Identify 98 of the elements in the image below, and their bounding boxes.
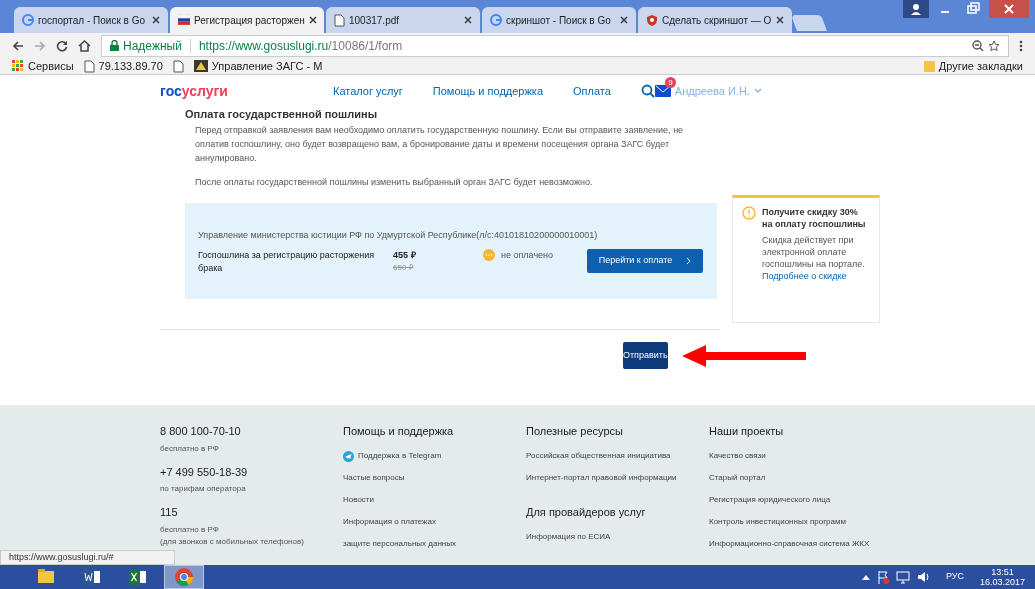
phone-note: бесплатно в РФ	[160, 442, 220, 455]
close-icon[interactable]	[464, 16, 472, 24]
phone-number: 115	[160, 505, 179, 520]
zoom-icon[interactable]	[972, 39, 984, 52]
speaker-icon[interactable]	[915, 570, 930, 584]
apps-grid-icon	[12, 60, 24, 72]
address-bar[interactable]: Надежный https://www.gosuslugi.ru/10086/1/form	[101, 34, 1009, 57]
secure-label: Надежный	[123, 37, 182, 55]
browser-icon	[172, 566, 196, 588]
caret-icon	[753, 88, 762, 94]
tray-expand-icon[interactable]	[861, 574, 870, 580]
footer-link[interactable]: Частые вопросы	[343, 472, 526, 484]
footer-link[interactable]: Информационно-справочная система ЖКХ	[709, 538, 892, 550]
search-icon[interactable]	[640, 84, 655, 98]
tab-title: госпортал - Поиск в Go	[38, 13, 146, 28]
flag-tray-icon[interactable]	[875, 570, 890, 584]
reload-icon[interactable]	[56, 39, 68, 52]
document-icon[interactable]	[172, 59, 184, 73]
phone-number: 8 800 100-70-10	[160, 424, 242, 439]
shield-icon	[646, 14, 658, 26]
recipient-text: Управление министерства юстиции РФ по Удмуртской Республике(л/с:40101810200000010001)	[198, 229, 599, 242]
language-indicator[interactable]: РУС	[945, 570, 964, 584]
phone-number: +7 499 550-18-39	[160, 464, 249, 480]
status-url: https://www.gosuslugi.ru/#	[0, 550, 175, 565]
bookmark[interactable]: Сервисы	[12, 57, 74, 75]
paragraph: После оплаты государственной пошлины изменить выбранный орган ЗАГС будет невозможно.	[194, 176, 594, 189]
paper-plane-icon	[343, 450, 354, 462]
tab-title: Сделать скриншот — О	[662, 13, 772, 28]
nav-link[interactable]: Оплата	[573, 82, 611, 100]
lock-icon	[110, 40, 119, 51]
flag-icon	[178, 14, 190, 26]
phone-note: по тарифам оператора	[160, 483, 247, 495]
footer-heading: Для провайдеров услуг	[526, 504, 647, 520]
close-icon[interactable]	[776, 16, 784, 24]
menu-icon[interactable]	[1019, 39, 1023, 52]
discount-text: Скидка действует при электронной оплате госпошлины на портале. Подробнее о скидке	[762, 234, 866, 282]
payment-status: не оплачено	[501, 248, 554, 262]
footer-heading: Наши проекты	[709, 424, 785, 439]
bookmark[interactable]: Управление ЗАГС - М	[193, 57, 323, 75]
submit-button[interactable]: Отправить	[623, 342, 668, 369]
discount-link[interactable]: Подробнее о скидке	[762, 271, 847, 281]
g-letter-icon	[490, 14, 502, 26]
close-icon[interactable]	[152, 16, 160, 24]
footer-link[interactable]: Поддержка в Telegram	[343, 450, 526, 462]
notification-badge: 9	[664, 77, 676, 88]
footer-link[interactable]: Новости	[343, 494, 526, 506]
star-icon[interactable]	[988, 39, 1000, 52]
phone-note: (для звонков с мобильных телефонов)	[160, 535, 305, 548]
old-price: 650 ₽	[393, 261, 415, 274]
g-letter-icon	[22, 14, 34, 26]
nav-link[interactable]: Каталог услуг	[332, 82, 403, 100]
browser-tab[interactable]: Сделать скриншот — О	[638, 7, 792, 33]
browser-tab[interactable]: госпортал - Поиск в Go	[14, 7, 168, 33]
logo[interactable]: госуслуги	[160, 80, 228, 102]
bookmark[interactable]: 79.133.89.70	[83, 57, 163, 75]
fee-name: Госпошлина за регистрацию расторжения брака	[198, 248, 376, 275]
footer-link[interactable]: Российская общественная инициатива	[526, 450, 709, 462]
close-icon[interactable]	[620, 16, 628, 24]
clock[interactable]: 13:51 16.03.2017	[979, 567, 1025, 587]
monitor-icon[interactable]	[895, 570, 910, 584]
tab-title: скриншот - Поиск в Go	[506, 13, 612, 28]
section-heading: Оплата государственной пошлины	[184, 107, 379, 121]
discount-title: Получите скидку 30% на оплату госпошлины	[762, 206, 867, 230]
folder-icon	[923, 60, 935, 72]
footer-link[interactable]: защите персональных данных	[343, 538, 526, 550]
nav-link[interactable]: Помощь и поддержка	[432, 82, 543, 100]
footer-heading: Полезные ресурсы	[526, 424, 624, 439]
footer-heading: Помощь и поддержка	[343, 424, 455, 439]
browser-tab[interactable]: 100317.pdf	[326, 7, 480, 33]
phone-note: бесплатно в РФ	[160, 523, 220, 536]
envelope-icon[interactable]	[654, 85, 671, 97]
pending-icon	[483, 249, 495, 262]
footer-link[interactable]: Регистрация юридического лица	[709, 494, 892, 506]
warning-icon	[742, 206, 756, 220]
url-text: https://www.gosuslugi.ru/10086/1/form	[198, 37, 403, 55]
footer-link[interactable]: Интернет-портал правовой информации	[526, 472, 709, 484]
home-icon[interactable]	[78, 39, 91, 52]
footer-link[interactable]: Информация по ЕСИА	[526, 531, 709, 542]
browser-tab[interactable]: Регистрация расторжен	[170, 7, 324, 33]
close-icon[interactable]	[308, 16, 317, 24]
price: 455 ₽	[393, 248, 417, 262]
browser-tab[interactable]: скриншот - Поиск в Go	[482, 7, 636, 33]
footer-link[interactable]: Информация о платежах	[343, 516, 526, 528]
chevron-icon	[686, 256, 692, 265]
back-icon[interactable]	[12, 39, 24, 52]
pay-button[interactable]: Перейти к оплате	[587, 248, 703, 273]
bookmark-folder[interactable]: Другие закладки	[923, 57, 1023, 75]
document-icon	[83, 59, 95, 73]
footer-link[interactable]: Качество связи	[709, 450, 892, 462]
paragraph: Перед отправкой заявления вам необходимо оплатить государственную пошлину. Если вы отправите заявление, не оплатив госпошлину, оно будет возвращено вам, а бронирование даты и времени посещения органа ЗАГС будет аннулировано.	[194, 124, 685, 165]
footer-link[interactable]: Старый портал	[709, 472, 892, 484]
arrow-icon	[681, 344, 806, 367]
tab-title: Регистрация расторжен	[194, 13, 305, 28]
footer-link[interactable]: Контроль инвестиционных программ	[709, 516, 892, 528]
document-icon	[334, 13, 345, 27]
user-icon[interactable]	[903, 0, 929, 18]
tab-title: 100317.pdf	[349, 13, 401, 28]
emblem-icon	[193, 60, 208, 72]
